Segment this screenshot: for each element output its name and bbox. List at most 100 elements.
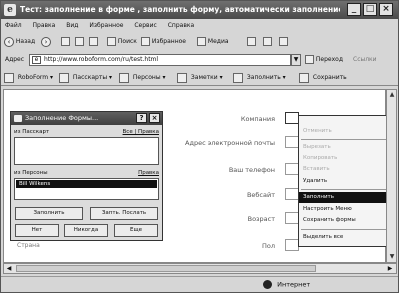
- scroll-down-icon[interactable]: ▼: [388, 253, 396, 261]
- ctx-fill[interactable]: Заполнить: [299, 192, 390, 203]
- notes-icon: [177, 72, 187, 83]
- age-input[interactable]: [285, 212, 299, 224]
- passcard-icon: [59, 72, 69, 83]
- dialog-help-button[interactable]: ?: [136, 113, 147, 123]
- go-arrow-icon: [305, 55, 314, 64]
- stop-button[interactable]: [61, 36, 70, 48]
- back-button[interactable]: ‹ Назад: [4, 36, 35, 48]
- email-input[interactable]: [285, 136, 299, 148]
- media-button[interactable]: Медиа: [197, 36, 229, 48]
- window-title: Тест: заполнение в форме , заполнить фор…: [20, 5, 340, 14]
- ctx-copy[interactable]: Копировать: [299, 153, 390, 164]
- ctx-separator: [301, 139, 388, 140]
- identities-list[interactable]: Bill Wilkens: [14, 178, 159, 200]
- history-button[interactable]: [247, 36, 256, 48]
- address-input[interactable]: e http://www.roboform.com/ru/test.html: [29, 54, 291, 66]
- fill-form-dialog: Заполнение Формы... ? × из Пасскарт Все …: [10, 111, 163, 241]
- fill-submit-button[interactable]: Запть. Послать: [90, 207, 158, 220]
- stop-icon: [61, 37, 70, 46]
- close-button[interactable]: ×: [379, 3, 393, 16]
- roboform-menu-button[interactable]: RoboForm ▾: [4, 72, 53, 84]
- identity-item-selected[interactable]: Bill Wilkens: [16, 180, 157, 188]
- maximize-button[interactable]: □: [363, 3, 377, 16]
- ctx-select-all[interactable]: Выделить все: [299, 232, 390, 243]
- forward-arrow-icon: ›: [41, 36, 51, 47]
- navigation-toolbar: ‹ Назад › Поиск Избранное Медиа: [1, 34, 398, 50]
- save-forms-button[interactable]: Сохранить: [299, 72, 347, 84]
- status-bar: Интернет: [1, 276, 398, 292]
- globe-icon: [263, 280, 272, 289]
- passcards-button[interactable]: Пасскарты ▾: [59, 72, 112, 84]
- menu-help[interactable]: Справка: [168, 20, 194, 32]
- ie-logo-icon: e: [4, 4, 16, 16]
- dialog-close-button[interactable]: ×: [149, 113, 160, 123]
- address-dropdown-button[interactable]: ▼: [291, 54, 301, 66]
- minimize-button[interactable]: _: [347, 3, 361, 16]
- ctx-cut[interactable]: Вырезать: [299, 142, 390, 153]
- more-button[interactable]: Еще: [114, 224, 158, 237]
- identities-header: из Персоны Правка: [14, 169, 159, 177]
- scroll-up-icon[interactable]: ▲: [388, 91, 396, 99]
- favorites-button[interactable]: Избранное: [141, 36, 186, 48]
- menu-favorites[interactable]: Избранное: [89, 20, 123, 32]
- menu-bar: Файл Правка Вид Избранное Сервис Справка: [1, 20, 398, 32]
- company-input[interactable]: [285, 112, 299, 124]
- print-button[interactable]: [279, 36, 288, 48]
- mail-button[interactable]: [263, 36, 272, 48]
- save-icon: [299, 72, 309, 83]
- website-input[interactable]: [285, 188, 299, 200]
- no-button[interactable]: Нет: [15, 224, 59, 237]
- gender-input[interactable]: [285, 239, 299, 251]
- menu-tools[interactable]: Сервис: [134, 20, 156, 32]
- search-button[interactable]: Поиск: [107, 36, 137, 48]
- ctx-separator: [301, 189, 388, 190]
- menu-file[interactable]: Файл: [5, 20, 22, 32]
- media-icon: [197, 37, 206, 46]
- scroll-left-icon[interactable]: ◀: [5, 265, 13, 273]
- never-button[interactable]: Никогда: [64, 224, 108, 237]
- notes-button[interactable]: Заметки ▾: [177, 72, 223, 84]
- horizontal-scrollbar[interactable]: ◀ ▶: [3, 263, 397, 274]
- go-button[interactable]: Переход: [305, 54, 343, 66]
- print-icon: [279, 37, 288, 46]
- roboform-toolbar: RoboForm ▾ Пасскарты ▾ Персоны ▾ Заметки…: [1, 70, 398, 86]
- passcards-header: из Пасскарт Все | Правка: [14, 128, 159, 136]
- ctx-delete[interactable]: Удалить: [299, 176, 390, 187]
- address-bar: Адрес e http://www.roboform.com/ru/test.…: [1, 53, 398, 68]
- scroll-right-icon[interactable]: ▶: [386, 265, 394, 273]
- vertical-scrollbar[interactable]: ▲ ▼: [386, 89, 397, 263]
- star-icon: [141, 37, 150, 46]
- history-icon: [247, 37, 256, 46]
- identity-icon: [119, 72, 129, 83]
- address-label: Адрес: [5, 56, 25, 63]
- browser-window: e Тест: заполнение в форме , заполнить ф…: [0, 0, 399, 293]
- fill-button[interactable]: Заполнить: [15, 207, 83, 220]
- identities-button[interactable]: Персоны ▾: [119, 72, 166, 84]
- page-icon: e: [32, 56, 41, 64]
- links-button[interactable]: Ссылки: [353, 54, 377, 66]
- ctx-customize-menu[interactable]: Настроить Меню: [299, 204, 390, 215]
- fill-forms-button[interactable]: Заполнить ▾: [233, 72, 286, 84]
- identities-edit-link[interactable]: Правка: [138, 169, 159, 177]
- context-menu: Отменить Вырезать Копировать Вставить Уд…: [298, 115, 391, 247]
- home-button[interactable]: [89, 36, 98, 48]
- refresh-button[interactable]: [75, 36, 84, 48]
- back-arrow-icon: ‹: [4, 36, 14, 47]
- ctx-save-forms[interactable]: Сохранить формы: [299, 215, 390, 226]
- page-link-country[interactable]: Страна: [17, 242, 40, 249]
- fill-icon: [233, 72, 243, 83]
- menu-view[interactable]: Вид: [66, 20, 78, 32]
- phone-input[interactable]: [285, 163, 299, 175]
- ctx-paste[interactable]: Вставить: [299, 164, 390, 175]
- dialog-app-icon: [14, 115, 22, 122]
- mail-icon: [263, 37, 272, 46]
- forward-button[interactable]: ›: [41, 36, 51, 48]
- refresh-icon: [75, 37, 84, 46]
- all-passcards-link[interactable]: Все | Правка: [123, 128, 159, 136]
- search-icon: [107, 37, 116, 46]
- scroll-thumb[interactable]: [16, 265, 316, 272]
- menu-edit[interactable]: Правка: [33, 20, 56, 32]
- ctx-separator: [301, 229, 388, 230]
- ctx-undo[interactable]: Отменить: [299, 126, 390, 137]
- passcards-list[interactable]: [14, 137, 159, 165]
